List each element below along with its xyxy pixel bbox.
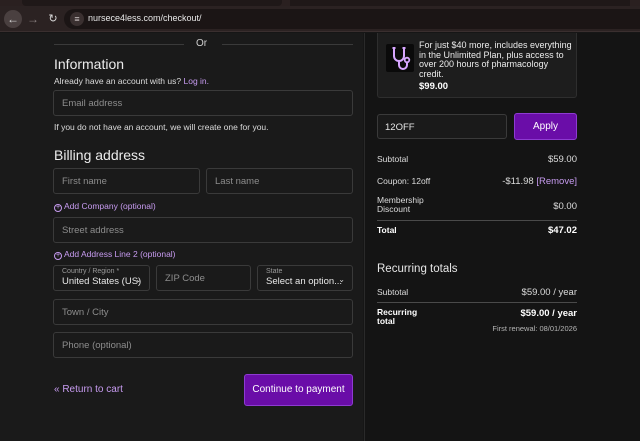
continue-to-payment-button[interactable]: Continue to payment bbox=[244, 374, 353, 406]
add-company-link[interactable]: + Add Company (optional) bbox=[54, 201, 156, 212]
remove-coupon-link[interactable]: [Remove] bbox=[536, 176, 577, 187]
create-account-note: If you do not have an account, we will c… bbox=[54, 122, 269, 132]
subtotal-value: $59.00 bbox=[547, 154, 577, 165]
phone-field[interactable]: Phone (optional) bbox=[53, 332, 353, 358]
coupon-row: Coupon: 12off -$11.98 [Remove] bbox=[377, 176, 577, 188]
total-row: Total $47.02 bbox=[377, 225, 577, 237]
add-line2-label: Add Address Line 2 (optional) bbox=[64, 249, 176, 259]
coupon-amount-group: -$11.98 [Remove] bbox=[502, 176, 577, 187]
browser-toolbar: ← → ↻ ≡ nursece4less.com/checkout/ bbox=[0, 6, 640, 32]
city-placeholder: Town / City bbox=[62, 307, 109, 318]
promo-description: For just $40 more, includes everything i… bbox=[419, 40, 572, 79]
country-value: United States (US) bbox=[62, 276, 142, 287]
or-text: Or bbox=[196, 38, 208, 49]
first-name-placeholder: First name bbox=[62, 176, 107, 187]
street-placeholder: Street address bbox=[62, 225, 124, 236]
upgrade-promo[interactable]: For just $40 more, includes everything i… bbox=[377, 33, 577, 98]
state-value: Select an option... bbox=[266, 276, 343, 287]
first-renewal-text: First renewal: 08/01/2026 bbox=[492, 324, 577, 333]
total-value: $47.02 bbox=[547, 225, 577, 236]
first-name-field[interactable]: First name bbox=[53, 168, 200, 194]
site-settings-icon[interactable]: ≡ bbox=[70, 12, 84, 26]
recurring-divider bbox=[377, 302, 577, 303]
country-label: Country / Region * bbox=[62, 268, 120, 275]
checkout-page: Or Information Already have an account w… bbox=[0, 33, 640, 441]
recurring-subtotal-row: Subtotal $59.00 / year bbox=[377, 287, 577, 299]
membership-label: Membership Discount bbox=[377, 195, 424, 214]
or-divider: Or bbox=[54, 36, 353, 50]
stethoscope-icon bbox=[386, 44, 414, 72]
last-name-placeholder: Last name bbox=[215, 176, 260, 187]
subtotal-row: Subtotal $59.00 bbox=[377, 154, 577, 166]
return-to-cart-link[interactable]: « Return to cart bbox=[54, 384, 123, 395]
add-company-label: Add Company (optional) bbox=[64, 201, 156, 211]
membership-value: $0.00 bbox=[553, 201, 577, 212]
checkout-form: Or Information Already have an account w… bbox=[0, 33, 363, 441]
recurring-subtotal-label: Subtotal bbox=[377, 287, 409, 297]
country-select[interactable]: Country / Region * United States (US) ⌄ bbox=[53, 265, 150, 291]
subtotal-label: Subtotal bbox=[377, 154, 409, 164]
have-account-text: Already have an account with us? Log in. bbox=[54, 76, 209, 86]
promo-price: $99.00 bbox=[419, 81, 449, 92]
state-label: State bbox=[266, 268, 283, 275]
street-address-field[interactable]: Street address bbox=[53, 217, 353, 243]
back-button[interactable]: ← bbox=[4, 10, 22, 28]
coupon-input[interactable]: 12OFF bbox=[377, 114, 507, 139]
recurring-totals-heading: Recurring totals bbox=[377, 263, 458, 275]
coupon-value: 12OFF bbox=[385, 122, 415, 133]
billing-heading: Billing address bbox=[54, 147, 146, 163]
login-link[interactable]: Log in. bbox=[183, 76, 209, 86]
coupon-amount: -$11.98 bbox=[502, 176, 534, 187]
address-bar[interactable]: ≡ nursece4less.com/checkout/ bbox=[64, 9, 640, 29]
chevron-down-icon: ⌄ bbox=[338, 275, 345, 284]
zip-code-field[interactable]: ZIP Code bbox=[156, 265, 251, 291]
plus-circle-icon: + bbox=[54, 204, 62, 212]
first-renewal-row: First renewal: 08/01/2026 bbox=[377, 324, 577, 334]
phone-placeholder: Phone (optional) bbox=[62, 340, 132, 351]
zip-placeholder: ZIP Code bbox=[165, 273, 205, 284]
chevron-down-icon: ⌄ bbox=[135, 275, 142, 284]
email-placeholder: Email address bbox=[62, 98, 123, 109]
add-address-line2-link[interactable]: + Add Address Line 2 (optional) bbox=[54, 249, 176, 260]
membership-discount-row: Membership Discount $0.00 bbox=[377, 196, 577, 216]
recurring-subtotal-value: $59.00 / year bbox=[521, 287, 577, 298]
information-heading: Information bbox=[54, 56, 125, 72]
recurring-total-value: $59.00 / year bbox=[520, 308, 577, 319]
summary-divider bbox=[377, 220, 577, 221]
have-account-label: Already have an account with us? bbox=[54, 76, 182, 86]
email-field[interactable]: Email address bbox=[53, 90, 353, 116]
order-summary: For just $40 more, includes everything i… bbox=[364, 33, 640, 441]
forward-button[interactable]: → bbox=[24, 10, 42, 28]
total-label: Total bbox=[377, 225, 397, 235]
last-name-field[interactable]: Last name bbox=[206, 168, 353, 194]
reload-button[interactable]: ↻ bbox=[44, 10, 62, 28]
apply-coupon-button[interactable]: Apply bbox=[514, 113, 577, 140]
city-field[interactable]: Town / City bbox=[53, 299, 353, 325]
url-text: nursece4less.com/checkout/ bbox=[88, 13, 202, 23]
coupon-label: Coupon: 12off bbox=[377, 176, 431, 186]
state-select[interactable]: State Select an option... ⌄ bbox=[257, 265, 353, 291]
plus-circle-icon: + bbox=[54, 252, 62, 260]
